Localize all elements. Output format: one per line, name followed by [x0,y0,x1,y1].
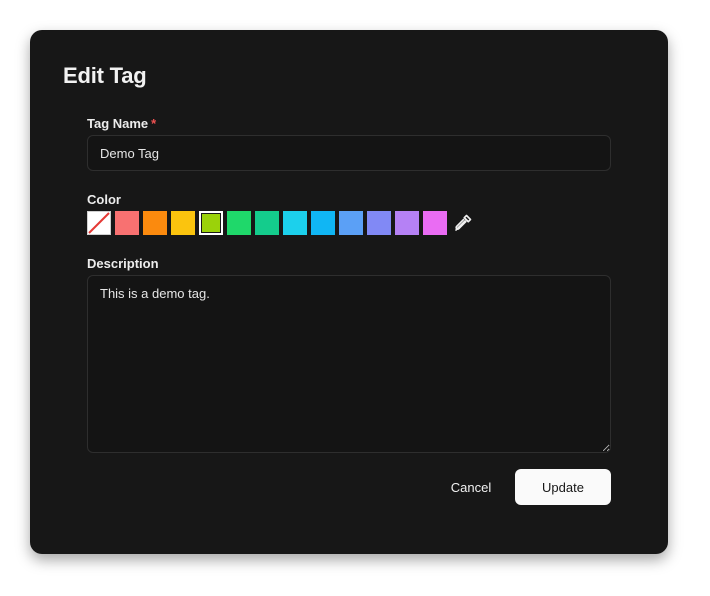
color-label: Color [87,192,121,207]
color-swatch-row [87,211,475,235]
eyedropper-icon[interactable] [451,211,475,235]
description-label: Description [87,256,159,271]
color-swatch-amber[interactable] [171,211,195,235]
color-swatch-fuchsia[interactable] [423,211,447,235]
color-swatch-none[interactable] [87,211,111,235]
color-swatch-violet[interactable] [395,211,419,235]
cancel-button[interactable]: Cancel [435,469,507,505]
color-swatch-green[interactable] [227,211,251,235]
required-mark: * [151,116,157,131]
description-textarea[interactable] [87,275,611,453]
tag-name-input[interactable] [87,135,611,171]
color-swatch-lime[interactable] [199,211,223,235]
tag-name-label: Tag Name * [87,116,156,131]
update-button[interactable]: Update [515,469,611,505]
no-color-icon [87,211,111,235]
color-swatch-indigo[interactable] [367,211,391,235]
color-swatch-blue[interactable] [339,211,363,235]
tag-name-label-text: Tag Name [87,116,149,131]
color-swatch-red[interactable] [115,211,139,235]
color-swatch-emerald[interactable] [255,211,279,235]
dialog-title: Edit Tag [63,63,147,88]
color-swatch-cyan[interactable] [283,211,307,235]
edit-tag-dialog: Edit Tag Tag Name* Color Description Can… [30,30,668,554]
color-swatch-orange[interactable] [143,211,167,235]
color-swatch-sky[interactable] [311,211,335,235]
